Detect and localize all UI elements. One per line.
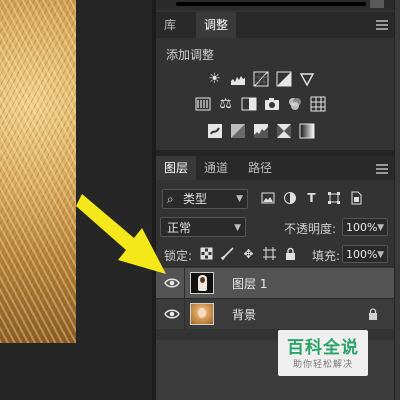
add-adjustment-label: 添加调整 [166, 48, 215, 62]
adjustments-panel: 库 调整 添加调整 ☀ ⚖ [156, 0, 394, 150]
layer-name[interactable]: 图层 1 [232, 275, 267, 292]
top-strip [156, 0, 394, 10]
layer-thumbnail [190, 272, 214, 294]
lock-all-icon[interactable] [284, 247, 297, 260]
lock-brush-icon[interactable] [221, 247, 234, 260]
chevron-down-icon: ▼ [234, 223, 241, 233]
threshold-icon[interactable] [252, 122, 269, 139]
top-slider[interactable] [176, 2, 366, 6]
adjustments-tabbar: 库 调整 [156, 12, 394, 38]
tab-library[interactable]: 库 [156, 12, 184, 38]
eye-icon[interactable] [164, 308, 180, 320]
opacity-label: 不透明度: [284, 222, 337, 236]
layers-tabbar: 图层 通道 路径 [156, 156, 394, 180]
lock-icons: ✥ [200, 247, 297, 261]
pixel-filter-icon[interactable] [260, 190, 275, 205]
smart-object-filter-icon[interactable] [348, 190, 363, 205]
shape-filter-icon[interactable] [326, 190, 341, 205]
color-balance-icon[interactable]: ⚖ [217, 95, 234, 112]
levels-icon[interactable] [229, 70, 246, 87]
tab-layers[interactable]: 图层 [156, 156, 197, 180]
layer-row-background[interactable]: 背景 [156, 299, 394, 329]
annotation-arrow [76, 194, 166, 274]
right-scroll-edge[interactable] [394, 0, 400, 400]
adjustment-row-3 [206, 122, 315, 139]
chevron-down-icon: ▼ [377, 250, 384, 260]
vibrance-icon[interactable] [194, 95, 211, 112]
lock-move-icon[interactable]: ✥ [242, 247, 255, 261]
layer-row-layer1[interactable]: 图层 1 [156, 268, 394, 298]
filter-icons: T [260, 190, 363, 205]
top-strip-button[interactable] [370, 0, 384, 8]
color-lookup-icon[interactable] [309, 95, 326, 112]
channel-mixer-icon[interactable] [286, 95, 303, 112]
posterize-icon[interactable] [229, 122, 246, 139]
chevron-down-icon: ▼ [236, 194, 243, 204]
tab-paths[interactable]: 路径 [240, 156, 280, 180]
brightness-contrast-icon[interactable]: ☀ [206, 70, 223, 87]
lock-icon [369, 308, 377, 320]
fill-label: 填充: [312, 249, 341, 263]
opacity-field[interactable]: 100% ▼ [342, 218, 388, 236]
layer-thumbnail [190, 303, 214, 325]
adjustment-row-1: ☀ [206, 70, 315, 87]
tab-adjustments[interactable]: 调整 [196, 12, 237, 38]
adjustment-row-2: ⚖ [194, 95, 326, 112]
watermark-logo: 百科全说 助你轻松解决 [278, 330, 368, 376]
lock-artboard-icon[interactable] [263, 247, 276, 260]
watermark-title: 百科全说 [287, 338, 359, 358]
lock-transparent-icon[interactable] [200, 247, 213, 260]
opacity-value: 100% [346, 221, 378, 234]
chevron-down-icon: ▼ [377, 223, 384, 233]
selective-color-icon[interactable] [275, 122, 292, 139]
row-separator [156, 266, 394, 267]
watermark-subtitle: 助你轻松解决 [292, 360, 353, 370]
gradient-map-icon[interactable] [298, 122, 315, 139]
tab-channels[interactable]: 通道 [196, 156, 236, 180]
eye-separator [184, 299, 185, 329]
black-white-icon[interactable] [240, 95, 257, 112]
adjustment-filter-icon[interactable] [282, 190, 297, 205]
layer-name[interactable]: 背景 [232, 306, 256, 323]
curves-icon[interactable] [252, 70, 269, 87]
photo-filter-icon[interactable] [263, 95, 280, 112]
panel-menu-icon[interactable] [376, 20, 388, 30]
hair-photo [0, 0, 76, 343]
fill-value: 100% [346, 248, 378, 261]
type-filter-icon[interactable]: T [304, 190, 319, 205]
invert-icon[interactable] [206, 122, 223, 139]
layers-menu-icon[interactable] [376, 164, 388, 174]
filter-type-label: 类型 [183, 192, 208, 206]
exposure-icon[interactable] [275, 70, 292, 87]
fill-field[interactable]: 100% ▼ [342, 245, 388, 263]
gradient-triangle-icon[interactable] [298, 70, 315, 87]
